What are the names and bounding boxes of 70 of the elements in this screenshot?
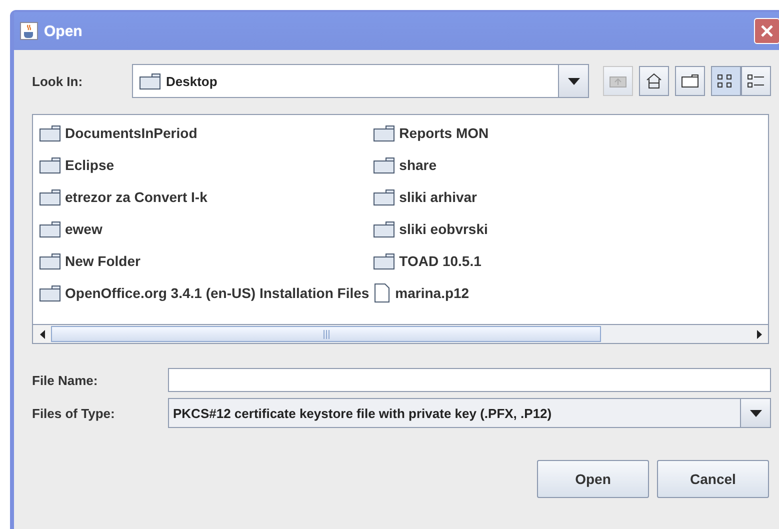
file-item[interactable]: DocumentsInPeriod [39,117,370,149]
list-view-button[interactable] [711,66,741,96]
file-name: marina.p12 [395,285,470,301]
file-name: Reports MON [399,125,489,141]
file-name: etrezor za Convert I-k [65,189,208,205]
open-button[interactable]: Open [537,460,649,498]
folder-icon [39,252,61,270]
folder-icon [139,72,161,90]
folder-icon [373,188,396,206]
file-item[interactable]: etrezor za Convert I-k [39,181,370,213]
details-view-button[interactable] [741,66,771,96]
file-type-value: PKCS#12 certificate keystore file with private key (.PFX, .P12) [173,406,552,420]
grip-icon [322,330,330,338]
file-item[interactable]: Reports MON [373,117,489,149]
files-of-type-label: Files of Type: [32,406,116,420]
new-folder-button[interactable] [675,66,705,96]
look-in-dropdown[interactable]: Desktop [132,64,589,98]
scroll-right-button[interactable] [750,325,768,343]
folder-icon [39,284,61,302]
folder-icon [39,124,61,142]
coffee-cup-icon [20,22,38,40]
look-in-value: Desktop [166,74,218,88]
file-item[interactable]: OpenOffice.org 3.4.1 (en-US) Installation Files [39,277,370,309]
close-button[interactable] [754,18,779,44]
close-icon [760,24,774,38]
file-name: OpenOffice.org 3.4.1 (en-US) Installation Files [65,285,370,301]
home-icon [645,72,663,90]
file-name: TOAD 10.5.1 [399,253,482,269]
folder-icon [373,124,396,142]
file-name: ewew [65,221,102,237]
horizontal-scrollbar[interactable] [33,324,768,343]
file-item[interactable]: sliki eobvrski [373,213,489,245]
home-button[interactable] [639,66,669,96]
cancel-button[interactable]: Cancel [657,460,769,498]
caret-icon [568,78,580,84]
folder-icon [373,220,396,238]
folder-icon [39,188,61,206]
document-icon [373,283,392,303]
file-item[interactable]: Eclipse [39,149,370,181]
look-in-label: Look In: [32,74,84,88]
file-name-field[interactable] [168,368,771,392]
file-item[interactable]: ewew [39,213,370,245]
window-title: Open [44,22,84,40]
scroll-left-button[interactable] [33,325,51,343]
file-type-dropdown[interactable]: PKCS#12 certificate keystore file with private key (.PFX, .P12) [168,398,771,428]
file-item[interactable]: sliki arhivar [373,181,489,213]
dropdown-button[interactable] [740,399,770,427]
file-item[interactable]: share [373,149,489,181]
file-name-label: File Name: [32,372,99,388]
file-name: DocumentsInPeriod [65,125,198,141]
file-item[interactable]: marina.p12 [373,277,489,309]
folder-icon [373,252,396,270]
file-item[interactable]: TOAD 10.5.1 [373,245,489,277]
file-name: sliki eobvrski [399,221,488,237]
folder-icon [39,156,61,174]
file-name: sliki arhivar [399,189,477,205]
folder-icon [681,74,699,88]
folder-up-icon [609,74,627,88]
left-arrow-icon [40,330,44,338]
file-item[interactable]: New Folder [39,245,370,277]
scroll-thumb[interactable] [51,326,601,342]
folder-icon [373,156,396,174]
dropdown-button[interactable] [558,65,588,97]
file-name: share [399,157,437,173]
folder-icon [39,220,61,238]
file-name: Eclipse [65,157,114,173]
caret-icon [750,410,762,416]
right-arrow-icon [756,330,762,338]
details-view-icon [747,73,765,89]
file-name: New Folder [65,253,140,269]
